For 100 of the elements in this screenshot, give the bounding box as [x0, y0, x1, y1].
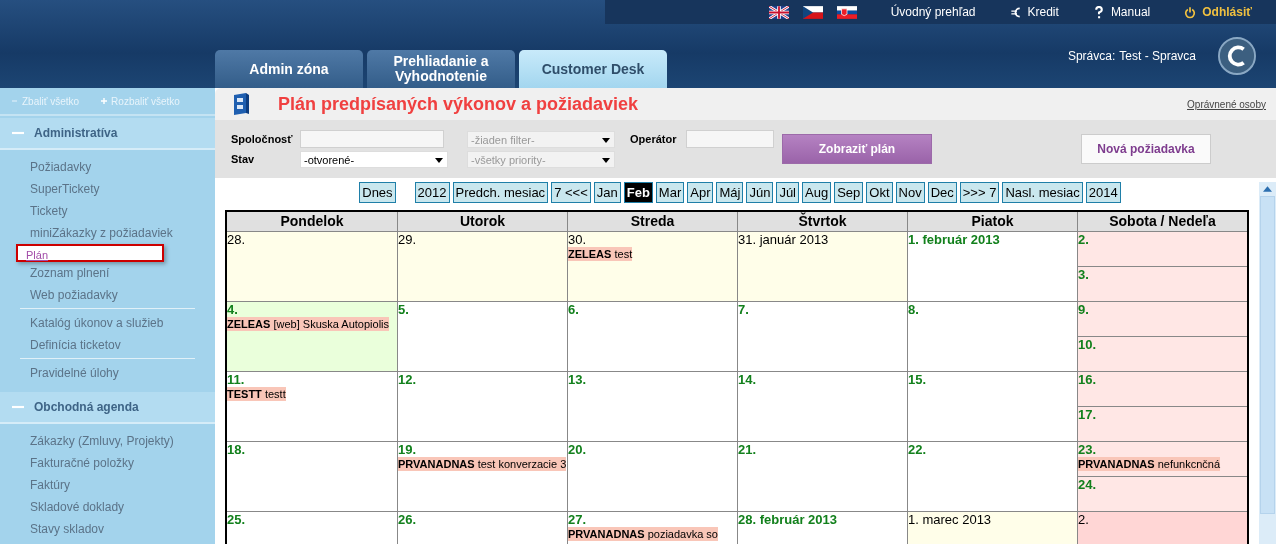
- event-entry[interactable]: ZELEAS test: [568, 247, 633, 261]
- day-number: 17.: [1078, 407, 1097, 422]
- day-number: 28.: [227, 232, 246, 247]
- day-cell[interactable]: 17.: [1078, 406, 1247, 441]
- operator-field[interactable]: [686, 130, 774, 148]
- sidebar-item[interactable]: Definícia ticketov: [20, 334, 121, 356]
- day-cell[interactable]: 23. PRVANADNAS nefunkcnčná: [1078, 442, 1247, 476]
- event-entry[interactable]: PRVANADNAS test konverzacie 3: [398, 457, 567, 471]
- column-header: Pondelok: [279, 212, 345, 231]
- header-link[interactable]: Kredit: [1009, 5, 1059, 19]
- day-cell[interactable]: 24.: [1078, 476, 1247, 511]
- month-nav-button[interactable]: Jún: [746, 182, 774, 203]
- day-cell[interactable]: 1. marec 2013: [907, 512, 1077, 544]
- day-number: 27.: [568, 512, 587, 527]
- flag-icon[interactable]: [768, 5, 789, 19]
- sidebar-item[interactable]: Stavy skladov: [20, 518, 105, 540]
- day-cell[interactable]: 28.: [227, 232, 397, 301]
- sidebar-item[interactable]: miniZákazky z požiadaviek: [20, 222, 173, 244]
- month-nav-button[interactable]: Predch. mesiac: [452, 182, 549, 203]
- flag-icon[interactable]: [836, 5, 857, 19]
- day-number: 8.: [908, 302, 919, 317]
- event-entry[interactable]: TESTT testt: [227, 387, 286, 401]
- cabinet-icon: [231, 92, 251, 116]
- section-header-bar[interactable]: Administratíva: [0, 118, 215, 150]
- authorized-persons-link[interactable]: Oprávnené osoby: [1187, 98, 1266, 110]
- day-cell[interactable]: 3.: [1078, 266, 1247, 301]
- sidebar-item[interactable]: Fakturačné položky: [20, 452, 135, 474]
- help-icon: [1092, 5, 1105, 19]
- event-entry[interactable]: PRVANADNAS nefunkcnčná: [1078, 457, 1221, 471]
- month-nav-button[interactable]: 2014: [1085, 182, 1121, 203]
- month-nav-button[interactable]: Dec: [927, 182, 957, 203]
- status-select[interactable]: -otvorené-: [300, 150, 448, 168]
- event-entry[interactable]: ZELEAS [web] Skuska Autopiolis: [227, 317, 390, 331]
- day-number: 2.: [1078, 232, 1089, 247]
- month-nav-button[interactable]: Mar: [655, 182, 685, 203]
- new-request-button[interactable]: Nová požiadavka: [1081, 134, 1211, 164]
- sidebar-item[interactable]: Tickety: [20, 200, 68, 222]
- day-cell[interactable]: 19. PRVANADNAS test konverzacie 3: [397, 442, 567, 511]
- month-nav-button[interactable]: 2012: [414, 182, 450, 203]
- day-number: 30.: [568, 232, 587, 247]
- month-nav-button[interactable]: Feb: [623, 182, 653, 203]
- month-nav-button[interactable]: Máj: [716, 182, 744, 203]
- company-field[interactable]: [300, 130, 444, 148]
- field-label: Operátor: [630, 133, 678, 145]
- day-cell[interactable]: 16.: [1078, 372, 1247, 406]
- sidebar-item[interactable]: Faktúry: [20, 474, 70, 496]
- sidebar-item[interactable]: Zoznam plnení: [20, 262, 110, 284]
- sidebar-item[interactable]: Požiadavky: [20, 156, 92, 178]
- day-number: 1. február 2013: [908, 232, 1000, 247]
- day-cell[interactable]: 4. ZELEAS [web] Skuska Autopiolis: [227, 302, 397, 371]
- month-nav-button[interactable]: Apr: [687, 182, 714, 203]
- event-entry[interactable]: PRVANADNAS poziadavka so: [568, 527, 718, 541]
- nav-tab[interactable]: Admin zóna: [215, 50, 363, 88]
- nav-tab[interactable]: Customer Desk: [519, 50, 667, 88]
- day-number: 20.: [568, 442, 587, 457]
- sidebar-item[interactable]: SuperTickety: [20, 178, 100, 200]
- month-nav-button[interactable]: Nov: [895, 182, 925, 203]
- scroll-up-icon[interactable]: [1263, 186, 1272, 192]
- day-number: 15.: [908, 372, 927, 387]
- header-link[interactable]: Manual: [1092, 5, 1151, 19]
- month-nav-button[interactable]: Júl: [776, 182, 799, 203]
- day-number: 5.: [398, 302, 409, 317]
- day-cell[interactable]: 2.: [1078, 512, 1247, 544]
- sidebar-item[interactable]: Zákazky (Zmluvy, Projekty): [20, 430, 174, 452]
- nav-tab[interactable]: Prehliadanie a Vyhodnotenie: [367, 50, 515, 88]
- sidebar-item[interactable]: Web požiadavky: [20, 284, 118, 306]
- day-cell[interactable]: 30. ZELEAS test: [567, 232, 737, 301]
- day-number: 2.: [1078, 512, 1089, 527]
- sidebar-item[interactable]: Pravidelné úlohy: [20, 362, 119, 384]
- power-icon: [1184, 5, 1197, 19]
- day-number: 23.: [1078, 442, 1097, 457]
- sidebar-item[interactable]: Katalóg úkonov a služieb: [20, 312, 164, 334]
- section-header-bar[interactable]: Obchodná agenda: [0, 392, 215, 424]
- scrollbar[interactable]: [1259, 182, 1276, 544]
- day-cell[interactable]: 10.: [1078, 336, 1247, 371]
- month-nav-button[interactable]: Jan: [593, 182, 621, 203]
- flag-icon[interactable]: [802, 5, 823, 19]
- month-nav-button[interactable]: Dnes: [359, 182, 396, 203]
- show-plan-button[interactable]: Zobraziť plán: [782, 134, 932, 164]
- day-cell[interactable]: 31. január 2013: [737, 232, 907, 301]
- day-number: 24.: [1078, 477, 1097, 492]
- header-link[interactable]: Úvodný prehľad: [890, 5, 976, 19]
- scroll-thumb[interactable]: [1260, 196, 1275, 514]
- day-cell[interactable]: 2.: [1078, 232, 1247, 266]
- month-nav-button[interactable]: Aug: [802, 182, 832, 203]
- month-nav-button[interactable]: Nasl. mesiac: [1002, 182, 1083, 203]
- month-nav-button[interactable]: >>> 7: [959, 182, 1000, 203]
- header-link[interactable]: Odhlásiť: [1184, 5, 1252, 19]
- day-cell[interactable]: 29.: [397, 232, 567, 301]
- sidebar-item[interactable]: Plán: [16, 244, 164, 262]
- user-name: Test - Spravca: [1119, 49, 1196, 63]
- sidebar-item[interactable]: Skladové doklady: [20, 496, 125, 518]
- day-number: 10.: [1078, 337, 1097, 352]
- day-cell[interactable]: 9.: [1078, 302, 1247, 336]
- month-nav-button[interactable]: Okt: [866, 182, 893, 203]
- day-number: 13.: [568, 372, 587, 387]
- column-header: Streda: [567, 212, 737, 231]
- logo-icon: [1218, 37, 1256, 75]
- month-nav-button[interactable]: 7 <<<: [551, 182, 591, 203]
- month-nav-button[interactable]: Sep: [834, 182, 864, 203]
